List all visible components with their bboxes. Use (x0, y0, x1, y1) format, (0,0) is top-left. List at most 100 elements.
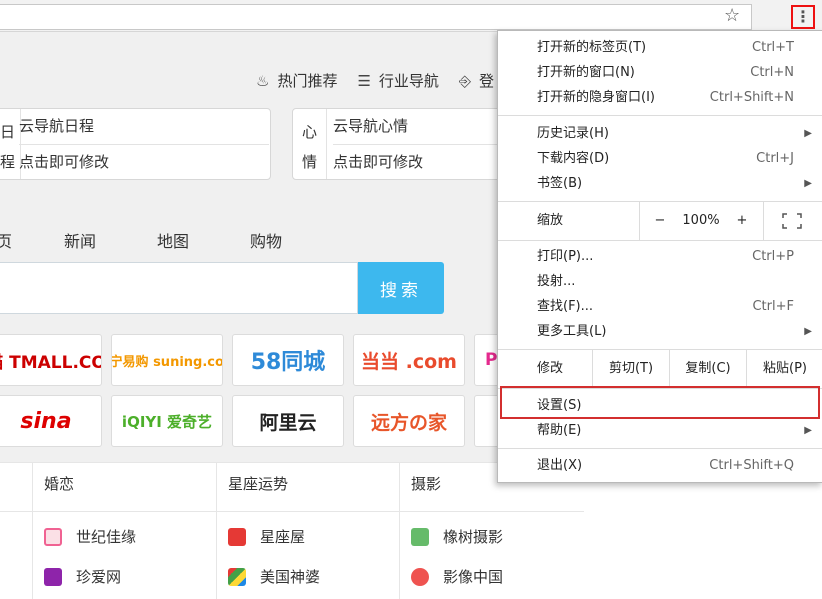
login-icon: ⎆ (458, 72, 471, 90)
menu-item-label: 打开新的隐身窗口(I) (537, 90, 655, 105)
menu-bookmarks[interactable]: 书签(B) ▶ (498, 172, 822, 196)
address-bar[interactable] (0, 4, 752, 30)
schedule-card-side: 日程 (0, 109, 21, 179)
star-icon[interactable]: ☆ (724, 5, 740, 26)
fullscreen-icon[interactable] (778, 202, 806, 240)
search-input[interactable] (0, 262, 358, 314)
menu-item-shortcut: Ctrl+F (752, 299, 794, 314)
logo-iqiyi[interactable]: iQIYI 爱奇艺 (111, 395, 223, 447)
tab-map[interactable]: 地图 (157, 228, 189, 252)
menu-zoom-row: 缩放 − 100% + (498, 202, 822, 240)
shenpo-icon (228, 567, 246, 586)
list-item[interactable]: 星座屋 (228, 526, 305, 547)
mood-card[interactable]: 心情 云导航心情 点击即可修改 (292, 108, 583, 180)
tab-news[interactable]: 新闻 (64, 228, 96, 252)
nav-hot-label: 热门推荐 (277, 72, 338, 90)
jiayuan-icon (44, 527, 62, 546)
menu-new-tab[interactable]: 打开新的标签页(T) Ctrl+T (498, 36, 822, 60)
column-divider (216, 463, 217, 599)
kebab-menu-icon: ⋮ (795, 7, 811, 26)
menu-item-label: 查找(F)... (537, 299, 594, 314)
category-head-horoscope[interactable]: 星座运势 (228, 473, 288, 494)
submenu-arrow-icon: ▶ (804, 326, 812, 337)
menu-item-label: 打印(P)... (537, 249, 594, 264)
xingzuowu-icon (228, 527, 246, 546)
search-button[interactable]: 搜索 (358, 262, 444, 314)
item-label: 星座屋 (260, 528, 306, 546)
menu-separator (498, 448, 822, 449)
mood-side-bottom: 情 (301, 153, 317, 171)
menu-item-shortcut: Ctrl+Shift+N (709, 90, 794, 105)
menu-item-label: 退出(X) (537, 458, 583, 473)
menu-more-tools[interactable]: 更多工具(L) ▶ (498, 320, 822, 344)
list-item[interactable]: 珍爱网 (44, 566, 121, 587)
menu-separator (498, 115, 822, 116)
copy-button[interactable]: 复制(C) (670, 350, 746, 388)
nav-login[interactable]: ⎆ 登 (459, 70, 494, 91)
list-item[interactable]: 影像中国 (411, 566, 503, 587)
item-label: 橡树摄影 (443, 528, 504, 546)
menu-edit-row: 修改 剪切(T) 复制(C) 粘贴(P) (498, 350, 822, 388)
logo-dangdang[interactable]: 当当 .com (353, 334, 465, 386)
schedule-side-top: 日 (0, 123, 15, 141)
logo-yuanfang[interactable]: 远方の家 (353, 395, 465, 447)
column-divider (32, 463, 33, 599)
submenu-arrow-icon: ▶ (804, 425, 812, 436)
list-item[interactable]: 橡树摄影 (411, 526, 503, 547)
tab-web[interactable]: 页 (0, 228, 12, 252)
menu-item-label: 帮助(E) (537, 423, 582, 438)
menu-new-incognito[interactable]: 打开新的隐身窗口(I) Ctrl+Shift+N (498, 86, 822, 110)
menu-help[interactable]: 帮助(E) ▶ (498, 419, 822, 443)
zoom-divider (763, 202, 764, 240)
menu-exit[interactable]: 退出(X) Ctrl+Shift+Q (498, 454, 822, 478)
schedule-card[interactable]: 日程 云导航日程 点击即可修改 (0, 108, 271, 180)
menu-history[interactable]: 历史记录(H) ▶ (498, 122, 822, 146)
paste-button[interactable]: 粘贴(P) (747, 350, 822, 388)
menu-item-label: 打开新的标签页(T) (537, 40, 647, 55)
list-item[interactable]: 世纪佳缘 (44, 526, 136, 547)
settings-highlight (500, 386, 820, 419)
edit-label: 修改 (537, 361, 564, 376)
nav-hot[interactable]: ♨ 热门推荐 (256, 70, 337, 91)
logo-aliyun[interactable]: 阿里云 (232, 395, 344, 447)
flame-icon: ♨ (256, 72, 270, 90)
cut-button[interactable]: 剪切(T) (593, 350, 669, 388)
nav-industry[interactable]: ☰ 行业导航 (357, 70, 438, 91)
nav-login-label: 登 (478, 72, 494, 90)
menu-print[interactable]: 打印(P)... Ctrl+P (498, 245, 822, 269)
zoom-divider (639, 202, 640, 240)
zhenai-icon (44, 567, 62, 586)
category-head-marriage[interactable]: 婚恋 (44, 473, 74, 494)
schedule-hint: 点击即可修改 (19, 144, 269, 178)
menu-new-window[interactable]: 打开新的窗口(N) Ctrl+N (498, 61, 822, 85)
kebab-menu-button[interactable]: ⋮ (791, 5, 815, 29)
nav-industry-label: 行业导航 (378, 72, 439, 90)
logo-suning[interactable]: 苏宁易购 suning.com (111, 334, 223, 386)
zoom-out-button[interactable]: − (648, 202, 672, 240)
menu-find[interactable]: 查找(F)... Ctrl+F (498, 295, 822, 319)
item-label: 影像中国 (443, 568, 504, 586)
menu-cast[interactable]: 投射... (498, 270, 822, 294)
tab-shopping[interactable]: 购物 (250, 228, 282, 252)
list-item[interactable]: 美国神婆 (228, 566, 320, 587)
logo-tmall[interactable]: 天猫 TMALL.COM (0, 334, 102, 386)
zoom-level: 100% (682, 213, 720, 228)
category-head-photo[interactable]: 摄影 (411, 473, 441, 494)
logo-58[interactable]: 58同城 (232, 334, 344, 386)
zoom-label: 缩放 (537, 213, 564, 228)
menu-item-shortcut: Ctrl+N (750, 65, 794, 80)
zoom-in-button[interactable]: + (730, 202, 754, 240)
item-label: 世纪佳缘 (76, 528, 137, 546)
menu-item-label: 历史记录(H) (537, 126, 609, 141)
menu-item-label: 打开新的窗口(N) (537, 65, 635, 80)
menu-downloads[interactable]: 下载内容(D) Ctrl+J (498, 147, 822, 171)
submenu-arrow-icon: ▶ (804, 178, 812, 189)
menu-item-label: 书签(B) (537, 176, 583, 191)
list-icon: ☰ (357, 72, 371, 90)
row-divider (0, 511, 584, 512)
menu-item-shortcut: Ctrl+P (752, 249, 794, 264)
mood-card-side: 心情 (293, 109, 327, 179)
logo-sina[interactable]: sina (0, 395, 102, 447)
column-divider (399, 463, 400, 599)
yingxiang-icon (411, 567, 429, 586)
